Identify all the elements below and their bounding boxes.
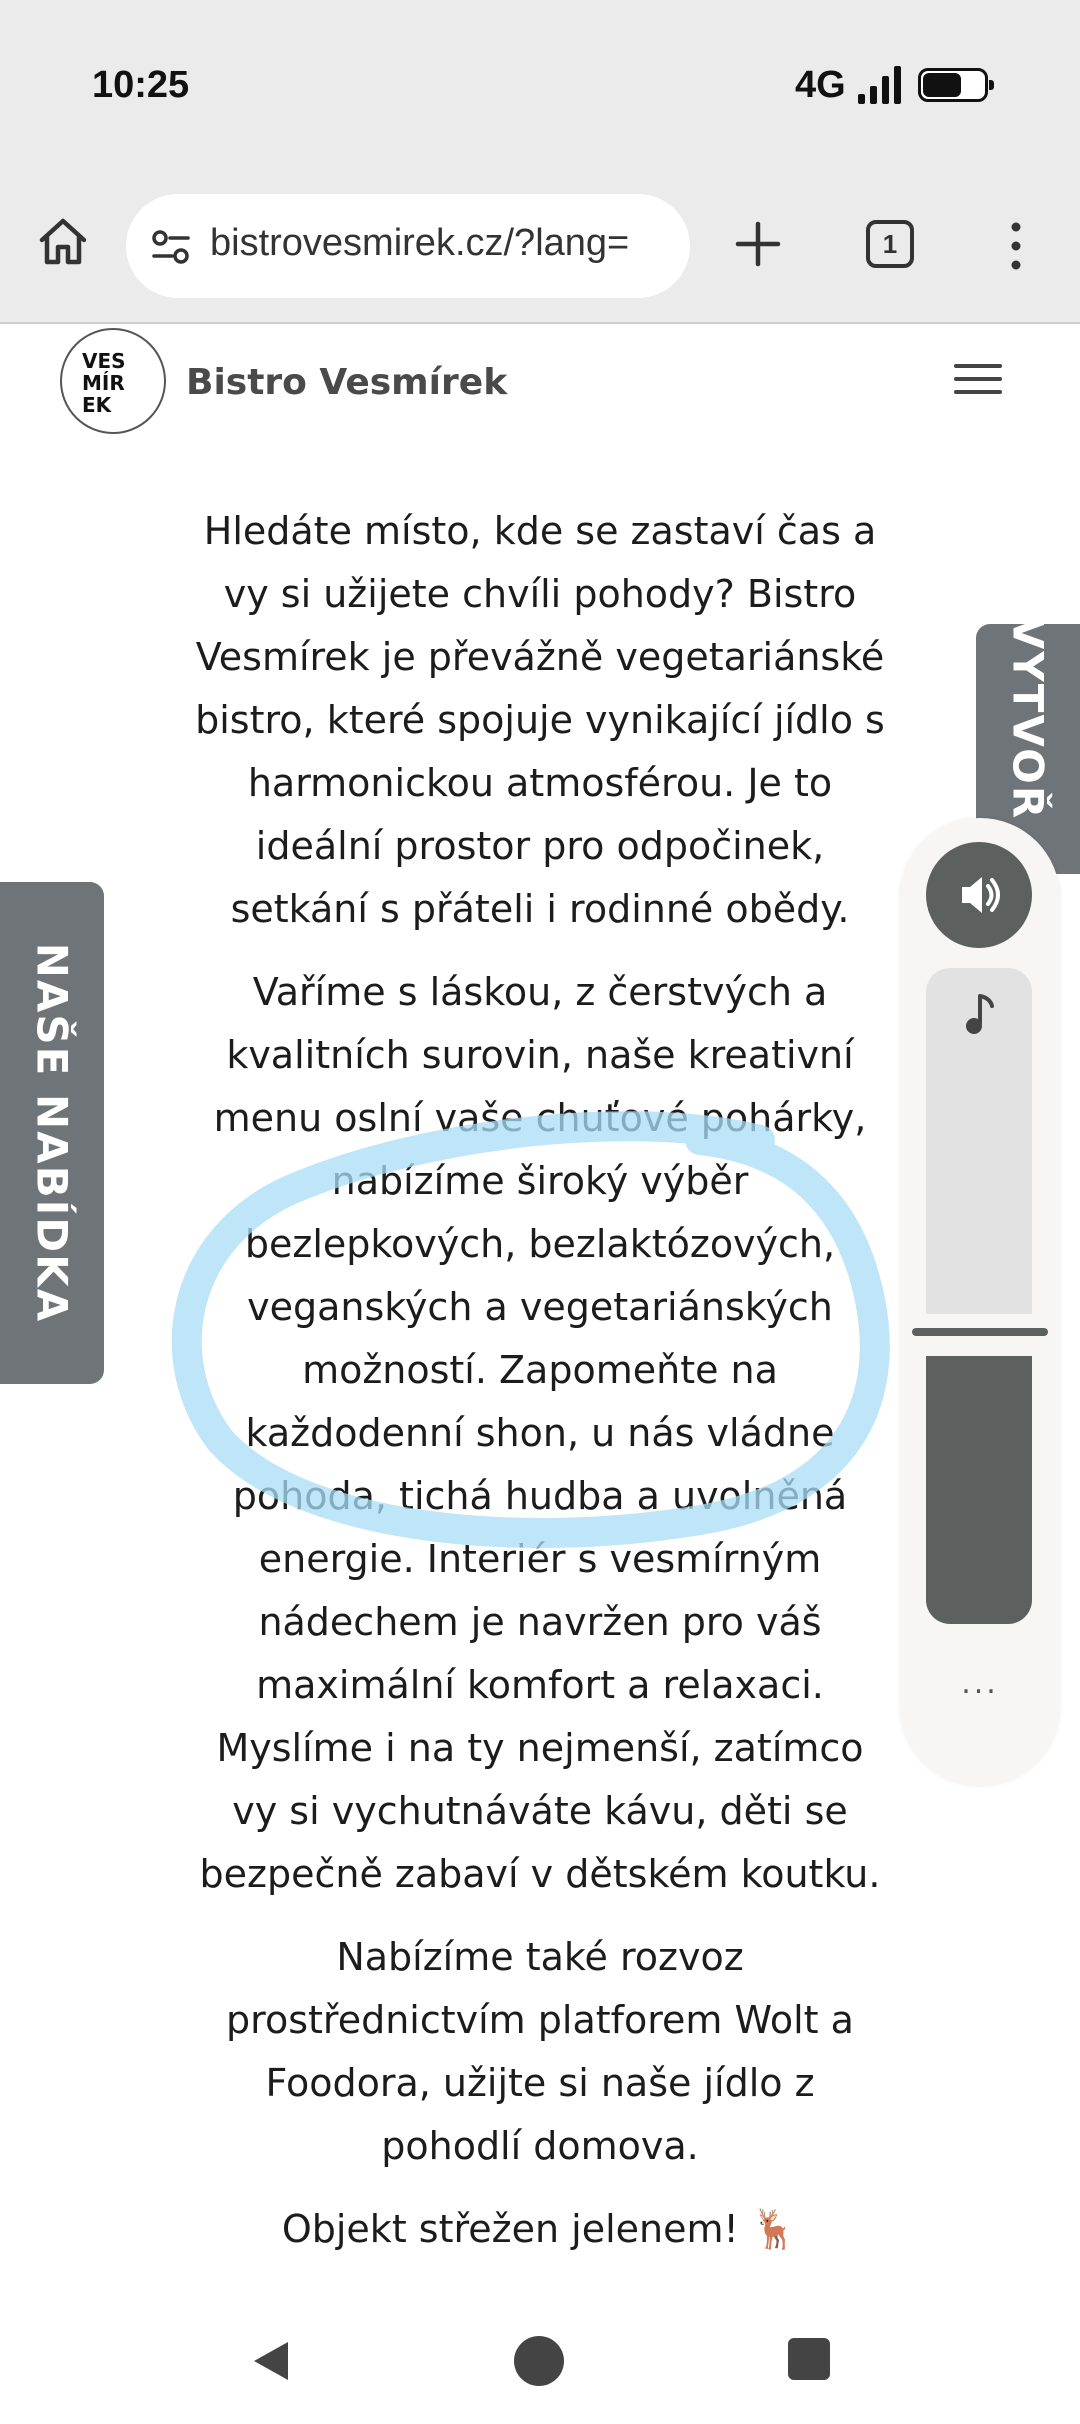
speaker-icon xyxy=(962,877,1000,913)
offer-side-tab[interactable]: NAŠE NABÍDKA xyxy=(0,882,104,1384)
system-nav-bar xyxy=(0,2296,1080,2424)
volume-more-button[interactable]: ... xyxy=(900,1666,1060,1701)
music-note-icon xyxy=(966,994,994,1034)
music-volume-slider[interactable] xyxy=(926,968,1032,1314)
music-volume-fill[interactable] xyxy=(926,1356,1032,1624)
volume-panel: ... xyxy=(900,818,1060,1786)
volume-button[interactable] xyxy=(926,842,1032,948)
back-icon[interactable] xyxy=(248,2338,294,2384)
recent-apps-icon[interactable] xyxy=(788,2338,830,2380)
slider-divider xyxy=(912,1328,1048,1336)
offer-side-tab-label: NAŠE NABÍDKA xyxy=(27,942,77,1324)
home-nav-icon[interactable] xyxy=(514,2336,564,2386)
create-side-tab-label: VYTVOŘ xyxy=(1003,624,1053,821)
